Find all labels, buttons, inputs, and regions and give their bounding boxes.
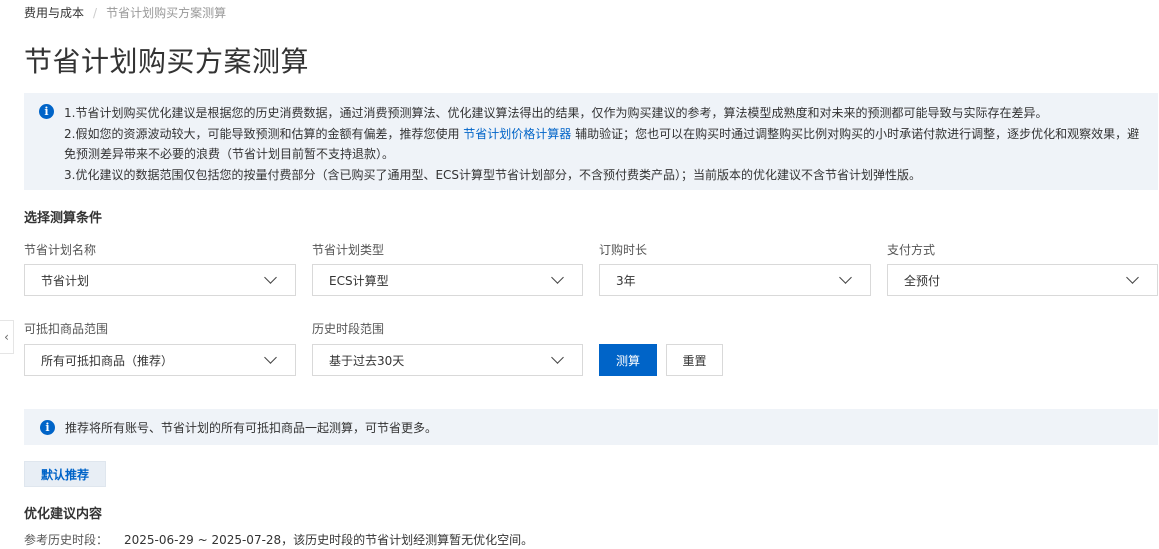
disclaimer-notice: i 1.节省计划购买优化建议是根据您的历史消费数据，通过消费预测算法、优化建议算… [24,93,1158,190]
chevron-down-icon [551,271,564,284]
notice-line-3: 3.优化建议的数据范围仅包括您的按量付费部分（含已购买了通用型、ECS计算型节省… [64,167,922,182]
payment-value: 全预付 [904,273,941,288]
history-range-value: 基于过去30天 [329,353,405,368]
history-period-label: 参考历史时段： [24,533,109,547]
plan-name-label: 节省计划名称 [24,243,97,257]
info-icon: i [39,104,54,119]
duration-select[interactable]: 3年 [599,264,871,296]
breadcrumb-root[interactable]: 费用与成本 [24,4,84,21]
plan-name-value: 节省计划 [41,273,90,288]
calculate-button[interactable]: 测算 [599,344,657,376]
default-recommend-button[interactable]: 默认推荐 [24,461,106,487]
notice-line-2: 2.假如您的资源波动较大，可能导致预测和估算的金额有偏差，推荐您使用 节省计划价… [64,124,1142,165]
scope-label: 可抵扣商品范围 [24,322,109,336]
notice-line-1: 1.节省计划购买优化建议是根据您的历史消费数据，通过消费预测算法、优化建议算法得… [64,106,1048,120]
page-title: 节省计划购买方案测算 [24,45,310,78]
chevron-down-icon [839,271,852,284]
reset-button[interactable]: 重置 [666,344,723,376]
history-range-label: 历史时段范围 [312,322,385,336]
chevron-down-icon [1126,271,1139,284]
result-title: 优化建议内容 [24,507,103,522]
payment-label: 支付方式 [887,243,936,257]
chevron-left-icon: ‹ [4,330,9,344]
history-period: 参考历史时段： 2025-06-29 ~ 2025-07-28，该历史时段的节省计… [24,531,533,548]
info-icon: i [40,419,55,435]
chevron-down-icon [264,271,277,284]
payment-select[interactable]: 全预付 [887,264,1158,296]
plan-type-select[interactable]: ECS计算型 [312,264,583,296]
plan-name-select[interactable]: 节省计划 [24,264,296,296]
history-period-value: 2025-06-29 ~ 2025-07-28，该历史时段的节省计划经测算暂无优… [124,533,534,547]
scope-value: 所有可抵扣商品（推荐） [41,353,174,368]
plan-type-label: 节省计划类型 [312,243,385,257]
scope-select[interactable]: 所有可抵扣商品（推荐） [24,344,296,376]
breadcrumb-current: 节省计划购买方案测算 [106,6,227,20]
duration-label: 订购时长 [599,243,648,257]
chevron-down-icon [264,351,277,364]
recommend-notice-text: 推荐将所有账号、节省计划的所有可抵扣商品一起测算，可节省更多。 [65,420,438,435]
price-calculator-link[interactable]: 节省计划价格计算器 [463,127,571,141]
notice-line-2-text: 2.假如您的资源波动较大，可能导致预测和估算的金额有偏差，推荐您使用 [64,126,464,141]
breadcrumb: 费用与成本 / 节省计划购买方案测算 [24,4,226,21]
breadcrumb-separator: / [93,5,98,20]
history-range-select[interactable]: 基于过去30天 [312,344,583,376]
duration-value: 3年 [616,273,636,288]
sidebar-collapse-handle[interactable]: ‹ [0,320,14,354]
recommend-notice: i 推荐将所有账号、节省计划的所有可抵扣商品一起测算，可节省更多。 [24,409,1158,445]
conditions-title: 选择测算条件 [24,211,103,226]
plan-type-value: ECS计算型 [329,273,389,288]
chevron-down-icon [551,351,564,364]
